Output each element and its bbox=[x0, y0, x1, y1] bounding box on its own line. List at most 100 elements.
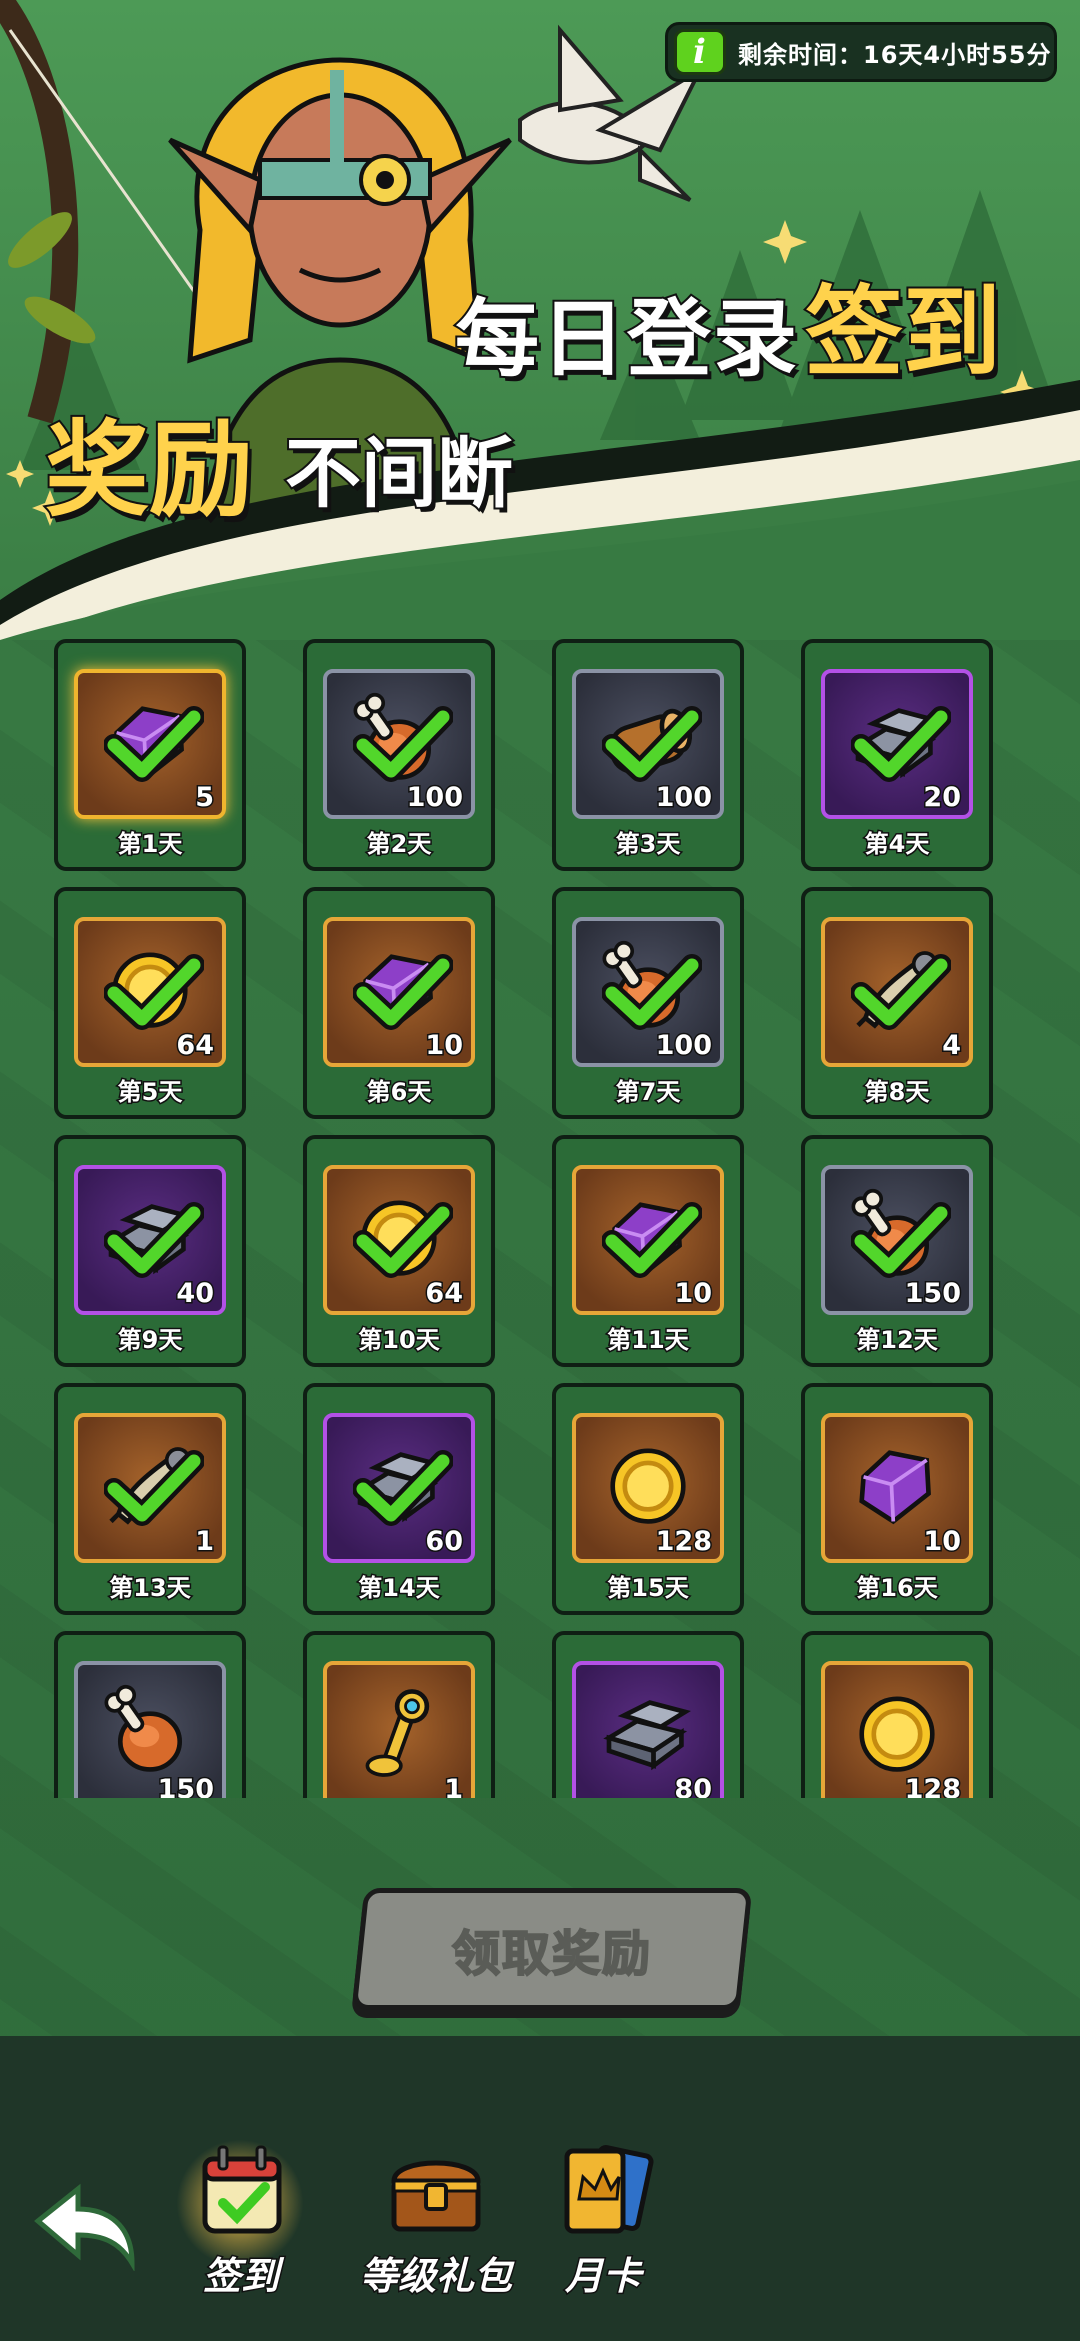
tab-level-pack-label: 等级礼包 bbox=[358, 2253, 513, 2300]
reward-quantity: 60 bbox=[424, 1525, 465, 1559]
reward-quantity: 4 bbox=[941, 1029, 963, 1063]
reward-slot: 1 bbox=[323, 1661, 475, 1798]
claimed-check-icon bbox=[353, 954, 453, 1030]
reward-card[interactable]: 40 第9天 bbox=[54, 1135, 246, 1367]
day-label: 第5天 bbox=[116, 1077, 184, 1108]
tab-signin-label: 签到 bbox=[201, 2253, 280, 2300]
claimed-check-icon bbox=[851, 954, 951, 1030]
reward-card[interactable]: 80 bbox=[552, 1631, 744, 1798]
tab-level-pack[interactable]: 等级礼包 bbox=[336, 2141, 536, 2311]
day-label: 第16天 bbox=[855, 1573, 939, 1604]
info-icon[interactable]: i bbox=[674, 29, 726, 75]
day-label: 第6天 bbox=[365, 1077, 433, 1108]
reward-quantity: 64 bbox=[424, 1277, 465, 1311]
reward-slot: 150 bbox=[74, 1661, 226, 1798]
claimed-check-icon bbox=[353, 706, 453, 782]
reward-quantity: 100 bbox=[654, 781, 713, 815]
reward-slot: 10 bbox=[572, 1165, 724, 1315]
headline-nonstop: 不间断 bbox=[283, 427, 515, 520]
claimed-check-icon bbox=[602, 1202, 702, 1278]
reward-card[interactable]: 5 第1天 bbox=[54, 639, 246, 871]
tab-month-card-label: 月卡 bbox=[563, 2253, 642, 2300]
claim-reward-label: 领取奖励 bbox=[451, 1925, 653, 1983]
purple-gem-icon bbox=[859, 1450, 931, 1525]
reward-quantity: 128 bbox=[903, 1773, 962, 1799]
header-banner: i 剩余时间：16天4小时55分 每日登录 签到 奖励 不间断 bbox=[0, 0, 1080, 640]
claim-reward-button[interactable]: 领取奖励 bbox=[351, 1888, 753, 2010]
reward-card[interactable]: 10 第16天 bbox=[801, 1383, 993, 1615]
bottom-nav: 签到 等级礼包 月卡 bbox=[0, 2036, 1080, 2341]
reward-slot: 100 bbox=[323, 669, 475, 819]
headline-reward: 奖励 bbox=[43, 407, 255, 533]
day-label: 第9天 bbox=[116, 1325, 184, 1356]
iron-ingot-icon bbox=[603, 1700, 691, 1771]
reward-slot: 100 bbox=[572, 917, 724, 1067]
reward-card[interactable]: 128 第15天 bbox=[552, 1383, 744, 1615]
reward-quantity: 40 bbox=[175, 1277, 216, 1311]
reward-slot: 128 bbox=[821, 1661, 973, 1798]
claimed-check-icon bbox=[353, 1450, 453, 1526]
reward-slot: 20 bbox=[821, 669, 973, 819]
headline-signin: 签到 bbox=[803, 274, 1003, 392]
reward-quantity: 80 bbox=[673, 1773, 714, 1799]
reward-slot: 40 bbox=[74, 1165, 226, 1315]
day-label: 第14天 bbox=[357, 1573, 441, 1604]
claimed-check-icon bbox=[104, 1450, 204, 1526]
reward-quantity: 1 bbox=[194, 1525, 216, 1559]
reward-card[interactable]: 20 第4天 bbox=[801, 639, 993, 871]
tab-signin[interactable]: 签到 bbox=[156, 2139, 326, 2311]
reward-slot: 10 bbox=[323, 917, 475, 1067]
claimed-check-icon bbox=[104, 954, 204, 1030]
claimed-check-icon bbox=[104, 1202, 204, 1278]
reward-card[interactable]: 10 第6天 bbox=[303, 887, 495, 1119]
reward-card[interactable]: 100 第2天 bbox=[303, 639, 495, 871]
reward-card[interactable]: 10 第11天 bbox=[552, 1135, 744, 1367]
gold-coin-icon bbox=[859, 1696, 935, 1772]
reward-quantity: 10 bbox=[922, 1525, 963, 1559]
reward-quantity: 1 bbox=[443, 1773, 465, 1799]
reward-quantity: 150 bbox=[903, 1277, 962, 1311]
gold-coin-icon bbox=[610, 1448, 686, 1524]
reward-grid[interactable]: 5 第1天 100 第2天 100 第3天 20 第4天 64 第5天 10 第6天 100 第7天 4 第8… bbox=[0, 630, 1080, 1798]
reward-card[interactable]: 4 第8天 bbox=[801, 887, 993, 1119]
reward-card[interactable]: 128 bbox=[801, 1631, 993, 1798]
day-label: 第2天 bbox=[365, 829, 433, 860]
event-timer: i 剩余时间：16天4小时55分 bbox=[665, 22, 1057, 82]
reward-card[interactable]: 100 第7天 bbox=[552, 887, 744, 1119]
reward-slot: 60 bbox=[323, 1413, 475, 1563]
reward-slot: 64 bbox=[323, 1165, 475, 1315]
reward-quantity: 100 bbox=[654, 1029, 713, 1063]
day-label: 第10天 bbox=[357, 1325, 441, 1356]
back-arrow-icon[interactable] bbox=[28, 2181, 140, 2271]
reward-card[interactable]: 150 bbox=[54, 1631, 246, 1798]
reward-quantity: 100 bbox=[405, 781, 464, 815]
reward-card[interactable]: 150 第12天 bbox=[801, 1135, 993, 1367]
day-label: 第7天 bbox=[614, 1077, 682, 1108]
claimed-check-icon bbox=[851, 706, 951, 782]
headline-daily-login: 每日登录 bbox=[453, 288, 800, 390]
reward-slot: 5 bbox=[74, 669, 226, 819]
reward-card[interactable]: 100 第3天 bbox=[552, 639, 744, 871]
reward-quantity: 64 bbox=[175, 1029, 216, 1063]
reward-quantity: 128 bbox=[654, 1525, 713, 1559]
tab-month-card[interactable]: 月卡 bbox=[518, 2141, 688, 2311]
reward-card[interactable]: 60 第14天 bbox=[303, 1383, 495, 1615]
day-label: 第1天 bbox=[116, 829, 184, 860]
reward-quantity: 10 bbox=[424, 1029, 465, 1063]
timer-text: 剩余时间：16天4小时55分 bbox=[738, 40, 1052, 69]
claimed-check-icon bbox=[104, 706, 204, 782]
reward-card[interactable]: 1 bbox=[303, 1631, 495, 1798]
claimed-check-icon bbox=[602, 954, 702, 1030]
reward-card[interactable]: 1 第13天 bbox=[54, 1383, 246, 1615]
reward-quantity: 10 bbox=[673, 1277, 714, 1311]
reward-slot: 10 bbox=[821, 1413, 973, 1563]
reward-slot: 1 bbox=[74, 1413, 226, 1563]
day-label: 第15天 bbox=[606, 1573, 690, 1604]
reward-card[interactable]: 64 第5天 bbox=[54, 887, 246, 1119]
day-label: 第4天 bbox=[863, 829, 931, 860]
day-label: 第12天 bbox=[855, 1325, 939, 1356]
reward-card[interactable]: 64 第10天 bbox=[303, 1135, 495, 1367]
reward-quantity: 5 bbox=[194, 781, 216, 815]
reward-slot: 64 bbox=[74, 917, 226, 1067]
month-card-icon bbox=[564, 2145, 654, 2234]
